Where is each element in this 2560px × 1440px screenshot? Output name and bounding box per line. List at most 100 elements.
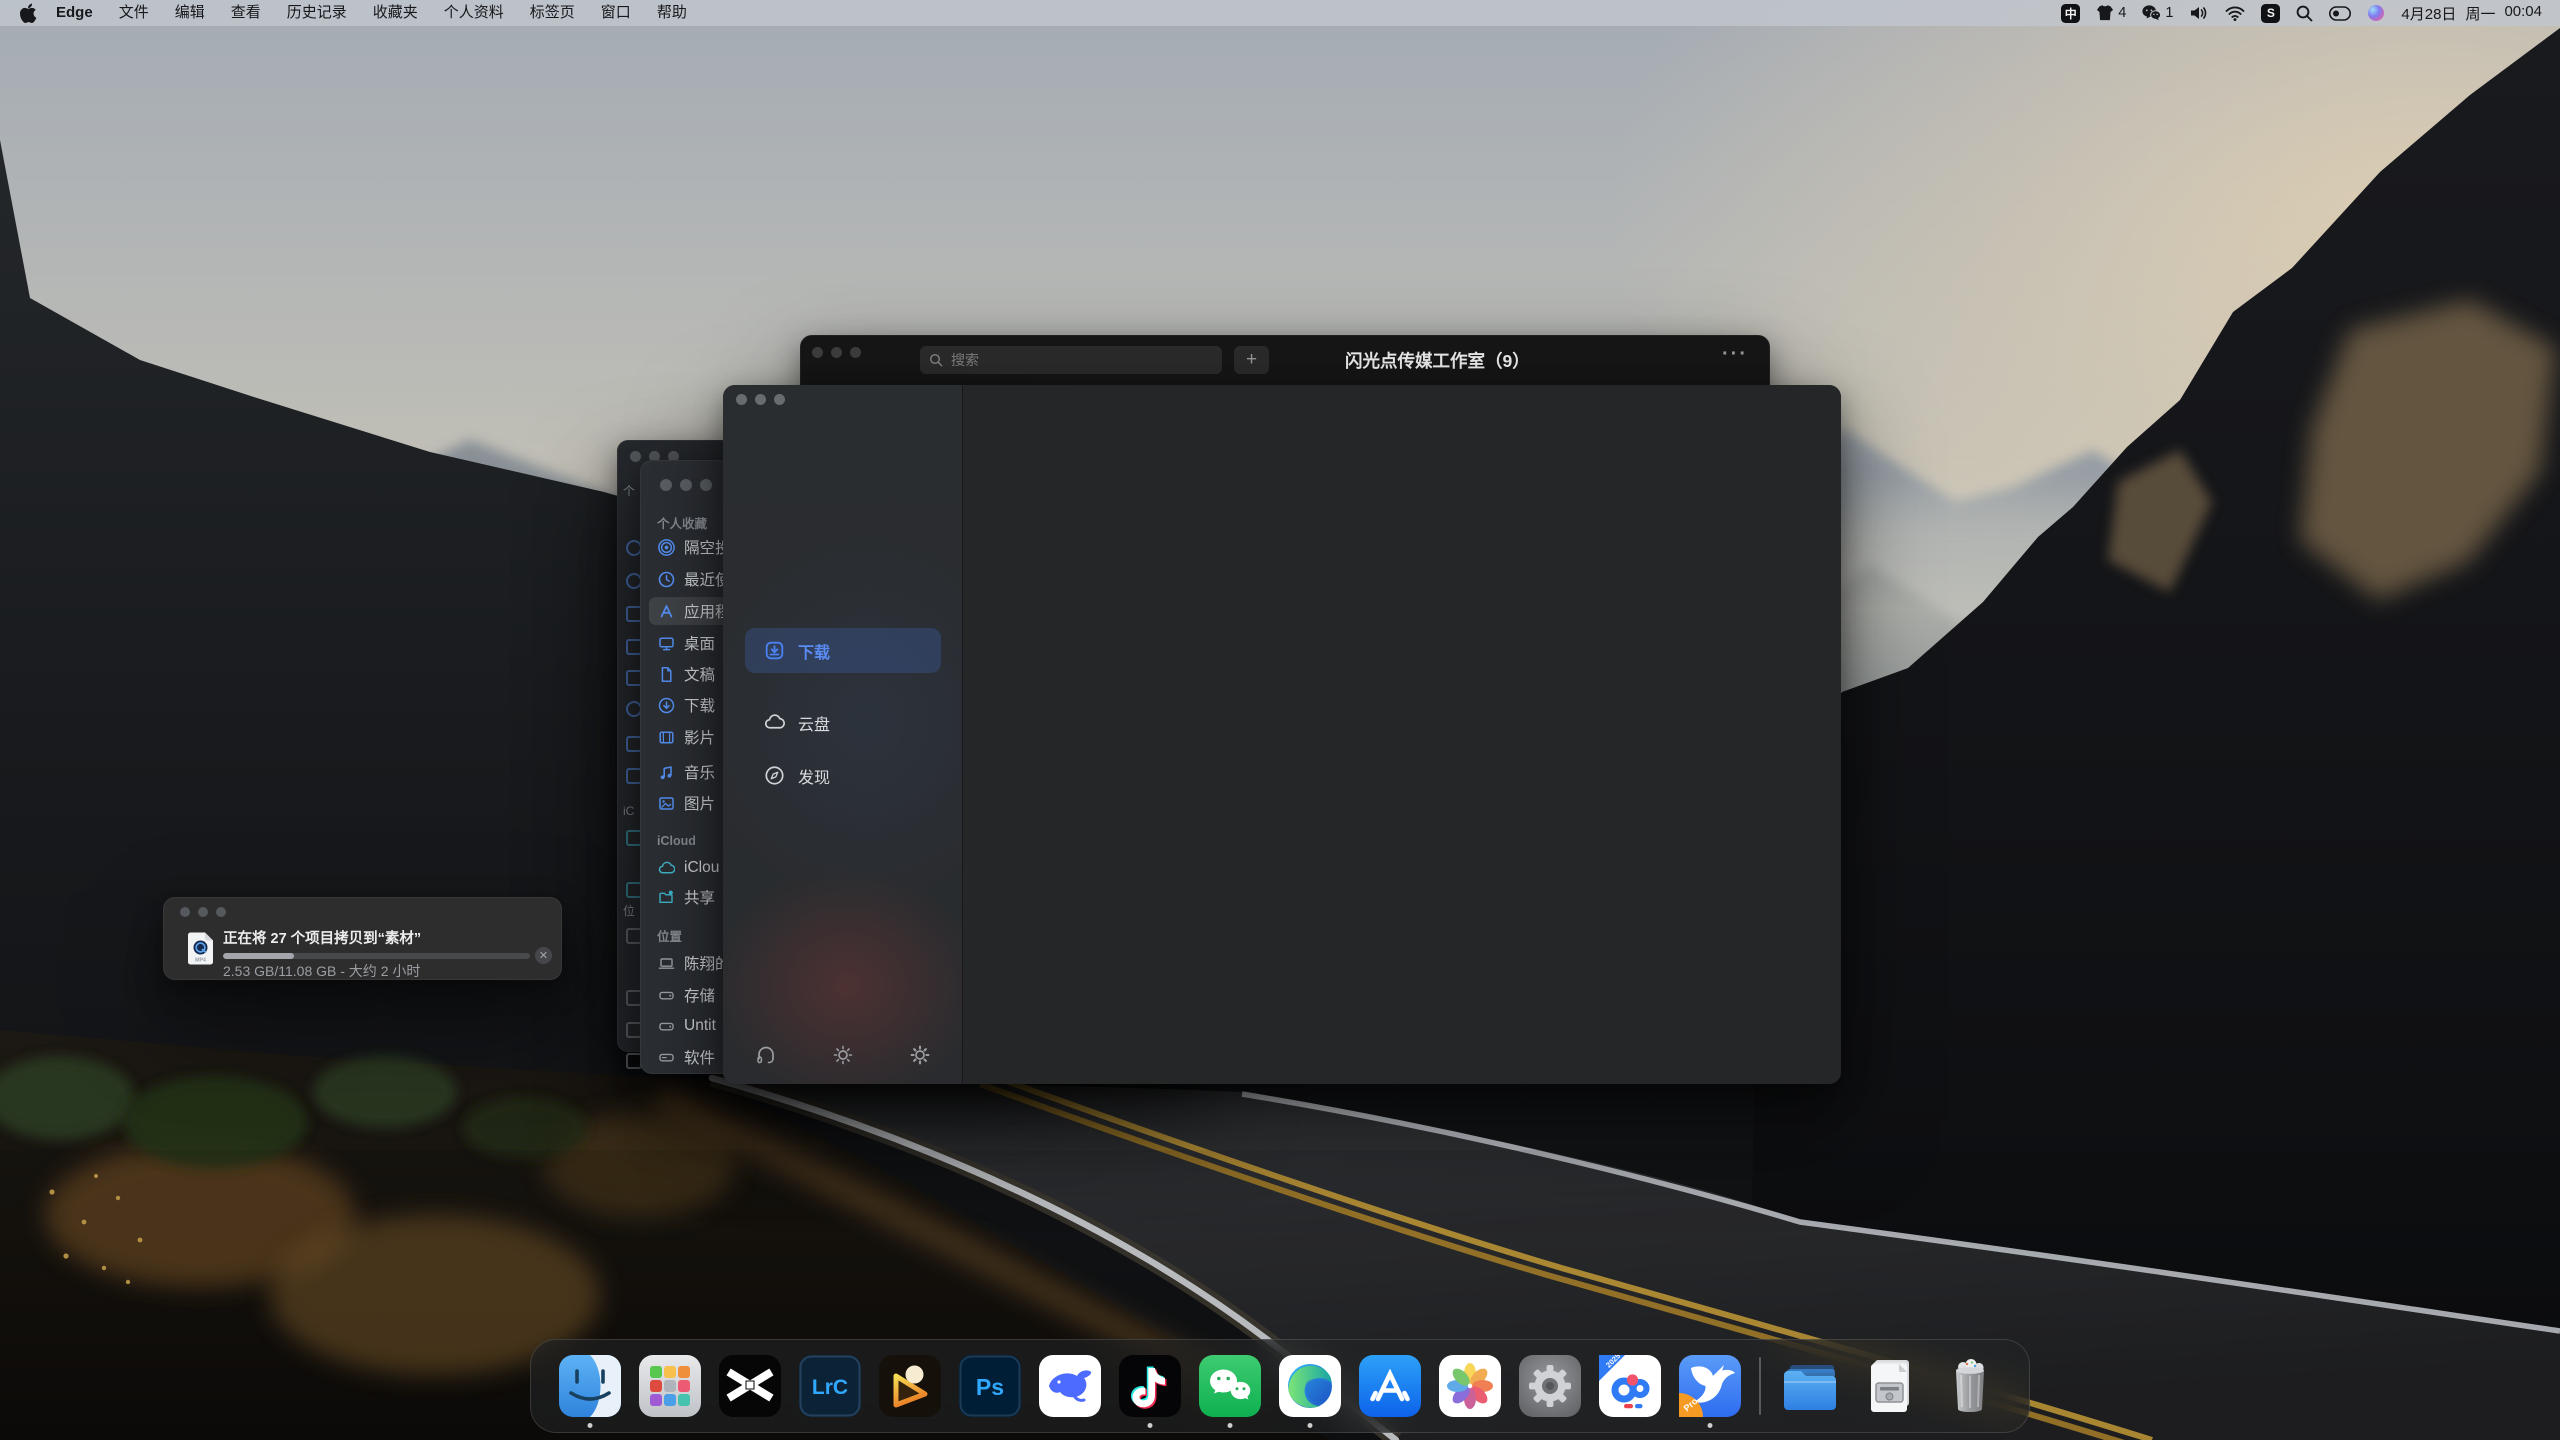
dock-documents-stack[interactable]	[1859, 1355, 1921, 1417]
dock-lightroom-classic[interactable]: LrC	[799, 1355, 861, 1417]
finder-traffic-lights[interactable]	[660, 479, 712, 491]
dock-deepseek[interactable]	[1039, 1355, 1101, 1417]
video-player-icon	[879, 1355, 941, 1417]
dock-wechat[interactable]	[1199, 1355, 1261, 1417]
zoom-button[interactable]	[850, 347, 861, 358]
photos-icon	[1439, 1355, 1501, 1417]
wechat-traffic-lights[interactable]	[812, 347, 861, 358]
dock-edge[interactable]	[1279, 1355, 1341, 1417]
dock-video-player-app[interactable]	[879, 1355, 941, 1417]
sidebar-item-label: 软件	[684, 1046, 715, 1068]
copy-dialog-title: 正在将 27 个项目拷贝到“素材”	[223, 927, 421, 948]
dock-finder[interactable]	[559, 1355, 621, 1417]
folder-icon	[1779, 1355, 1841, 1417]
wechat-more-button[interactable]: ···	[1722, 343, 1748, 366]
close-button[interactable]	[660, 479, 672, 491]
dock-system-settings[interactable]	[1519, 1355, 1581, 1417]
zoom-button[interactable]	[774, 394, 785, 405]
wechat-count: 1	[2165, 5, 2173, 21]
download-content-area	[964, 385, 1841, 1084]
dock-launchpad[interactable]	[639, 1355, 701, 1417]
dock-douyin[interactable]	[1119, 1355, 1181, 1417]
sidebar-header-fragment: 个	[623, 482, 635, 499]
settings-gear-icon[interactable]	[909, 1044, 931, 1066]
shirt-status-item[interactable]: 4	[2096, 5, 2126, 21]
menu-profiles[interactable]: 个人资料	[431, 0, 517, 26]
menu-window[interactable]: 窗口	[588, 0, 644, 26]
menu-favorites[interactable]: 收藏夹	[360, 0, 431, 26]
running-indicator	[1228, 1423, 1233, 1428]
minimize-button[interactable]	[831, 347, 842, 358]
siri-icon[interactable]	[2367, 4, 2385, 22]
wechat-search-box[interactable]	[920, 346, 1222, 374]
minimize-button[interactable]	[680, 479, 692, 491]
volume-icon[interactable]	[2189, 5, 2209, 21]
wifi-icon[interactable]	[2225, 6, 2245, 21]
download-manager-window: 下载 云盘 发现	[723, 385, 1841, 1084]
dialog-traffic-lights[interactable]	[180, 907, 226, 917]
menu-file[interactable]: 文件	[106, 0, 162, 26]
minimize-button[interactable]	[755, 394, 766, 405]
dock-photos[interactable]	[1439, 1355, 1501, 1417]
menubar-clock[interactable]: 4月28日 周一 00:04	[2401, 3, 2542, 24]
wechat-add-button[interactable]: +	[1234, 346, 1269, 374]
shirt-count: 4	[2118, 5, 2126, 21]
finder-icon	[559, 1355, 621, 1417]
minimize-button[interactable]	[198, 907, 208, 917]
edge-icon	[1279, 1355, 1341, 1417]
dock-xunlei[interactable]: Pro	[1679, 1355, 1741, 1417]
download-traffic-lights[interactable]	[736, 394, 785, 405]
disk-icon	[658, 987, 675, 1004]
mp4-file-icon: MP4	[187, 932, 214, 965]
zoom-button[interactable]	[700, 479, 712, 491]
finder-section-icloud: iCloud	[657, 834, 696, 848]
wechat-search-input[interactable]	[949, 351, 1193, 369]
menu-help[interactable]: 帮助	[644, 0, 700, 26]
sidebar-item-label: 存储	[684, 984, 715, 1006]
documents-stack-icon	[1859, 1355, 1921, 1417]
file-type-badge: MP4	[195, 958, 206, 964]
nav-item-downloads[interactable]: 下载	[745, 628, 941, 673]
menu-tabs[interactable]: 标签页	[517, 0, 588, 26]
wechat-status-item[interactable]: 1	[2142, 5, 2173, 21]
zoom-button[interactable]	[216, 907, 226, 917]
picture-icon	[658, 795, 675, 812]
apple-logo-icon[interactable]	[20, 3, 37, 23]
input-source-icon[interactable]: 中	[2061, 4, 2080, 23]
disk-icon	[658, 1049, 675, 1066]
dock-folder-stack[interactable]	[1779, 1355, 1841, 1417]
support-headset-icon[interactable]	[755, 1044, 777, 1066]
disk-icon	[658, 1018, 675, 1035]
dock-photoshop[interactable]: Ps	[959, 1355, 1021, 1417]
nav-item-cloud-drive[interactable]: 云盘	[745, 700, 941, 745]
sidebar-item-label: iClou	[684, 859, 719, 877]
finder-section-locations: 位置	[657, 926, 682, 945]
close-button[interactable]	[180, 907, 190, 917]
running-indicator	[1708, 1423, 1713, 1428]
close-button[interactable]	[812, 347, 823, 358]
menu-view[interactable]: 查看	[218, 0, 274, 26]
desktop-icon	[658, 635, 675, 652]
dock-app-store[interactable]	[1359, 1355, 1421, 1417]
s-app-status-icon[interactable]: S	[2261, 4, 2280, 23]
nav-item-discover[interactable]: 发现	[745, 753, 941, 798]
spotlight-search-icon[interactable]	[2296, 5, 2313, 22]
dock-capcut[interactable]	[719, 1355, 781, 1417]
theme-sun-icon[interactable]	[832, 1044, 854, 1066]
menu-edit[interactable]: 编辑	[162, 0, 218, 26]
finder-section-favorites: 个人收藏	[657, 513, 707, 532]
dock-baidu-netdisk[interactable]: 2025	[1599, 1355, 1661, 1417]
wechat-chat-title: 闪光点传媒工作室（9）	[1345, 348, 1530, 373]
trash-full-icon	[1939, 1355, 2001, 1417]
film-icon	[658, 729, 675, 746]
dock-trash[interactable]	[1939, 1355, 2001, 1417]
clock-icon	[658, 571, 675, 588]
control-center-icon[interactable]	[2329, 6, 2351, 21]
search-icon	[929, 353, 943, 367]
menu-history[interactable]: 历史记录	[274, 0, 360, 26]
app-store-icon	[1359, 1355, 1421, 1417]
close-button[interactable]	[630, 451, 641, 462]
menu-app-name[interactable]: Edge	[43, 0, 106, 26]
close-button[interactable]	[736, 394, 747, 405]
cancel-copy-button[interactable]: ✕	[535, 947, 552, 964]
